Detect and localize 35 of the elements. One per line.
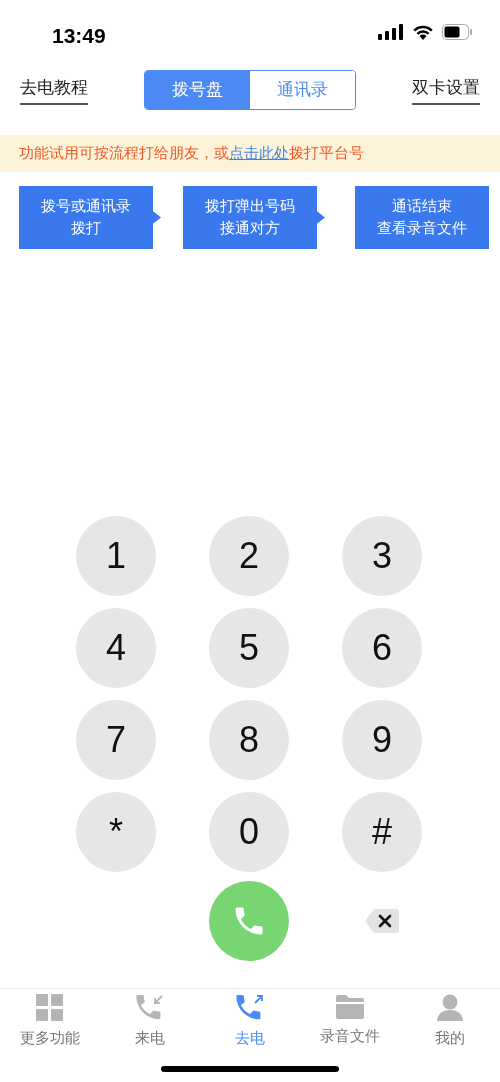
keypad-key[interactable]: 6 [342, 608, 422, 688]
keypad-key[interactable]: 1 [76, 516, 156, 596]
status-time: 13:49 [52, 23, 106, 49]
keypad-key[interactable]: # [342, 792, 422, 872]
wifi-icon [412, 24, 434, 40]
step-card: 拨打弹出号码 接通对方 [183, 186, 325, 249]
signal-icon [378, 24, 404, 40]
folder-icon [336, 994, 364, 1020]
outgoing-call-icon [235, 994, 265, 1022]
backspace-button[interactable] [364, 907, 400, 935]
keypad-key[interactable]: 7 [76, 700, 156, 780]
tab-bar-item[interactable]: 我的 [400, 989, 500, 1066]
tab-bar-item[interactable]: 录音文件 [300, 989, 400, 1066]
tab-bar-item[interactable]: 去电 [200, 989, 300, 1066]
person-icon [437, 994, 463, 1022]
tab-bar-item[interactable]: 更多功能 [0, 989, 100, 1066]
keypad-key[interactable]: * [76, 792, 156, 872]
incoming-call-icon [135, 994, 165, 1022]
tutorial-link[interactable]: 去电教程 [20, 75, 88, 105]
keypad-key[interactable]: 4 [76, 608, 156, 688]
step-card: 通话结束 查看录音文件 [355, 186, 489, 249]
keypad-key[interactable]: 9 [342, 700, 422, 780]
keypad-key[interactable]: 8 [209, 700, 289, 780]
grid-icon [36, 994, 64, 1022]
keypad-key[interactable]: 2 [209, 516, 289, 596]
click-here-link[interactable]: 点击此处 [229, 144, 289, 163]
step-card: 拨号或通讯录 拨打 [19, 186, 161, 249]
battery-icon [442, 24, 472, 40]
keypad-key[interactable]: 5 [209, 608, 289, 688]
keypad-key[interactable]: 3 [342, 516, 422, 596]
notice-text: 功能试用可按流程打给朋友，或点击此处拨打平台号 [19, 143, 364, 165]
keypad-key[interactable]: 0 [209, 792, 289, 872]
backspace-icon [364, 907, 400, 935]
dual-sim-link[interactable]: 双卡设置 [412, 75, 480, 105]
tab-bar-item[interactable]: 来电 [100, 989, 200, 1066]
